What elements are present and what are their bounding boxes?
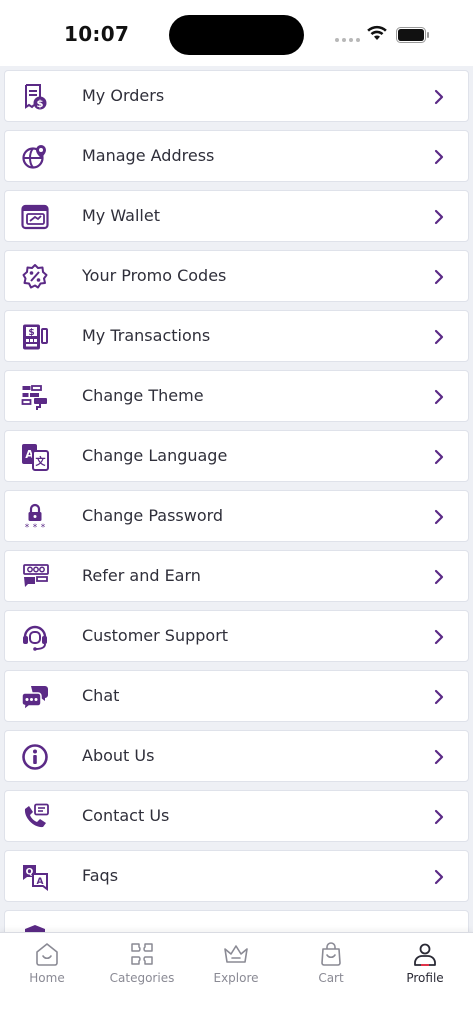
menu-item-label: Change Password xyxy=(82,506,224,525)
bottom-navigation: Home Categories Explore Cart Profile xyxy=(0,932,473,994)
crown-icon xyxy=(224,945,248,963)
menu-item-chat[interactable]: Chat xyxy=(4,670,469,722)
menu-item-faqs[interactable]: Q A Faqs xyxy=(4,850,469,902)
menu-item-label: Change Language xyxy=(82,446,228,465)
menu-item-my-transactions[interactable]: $ My Transactions xyxy=(4,310,469,362)
menu-item-change-language[interactable]: A 文 Change Language xyxy=(4,430,469,482)
transactions-icon: $ xyxy=(21,323,49,351)
menu-item-label: My Transactions xyxy=(82,326,211,345)
menu-item-partial[interactable] xyxy=(4,910,469,932)
info-icon xyxy=(21,743,49,771)
categories-icon xyxy=(131,943,153,965)
chevron-right-icon xyxy=(434,449,444,465)
shield-icon xyxy=(21,923,49,932)
menu-item-change-theme[interactable]: Change Theme xyxy=(4,370,469,422)
nav-home[interactable]: Home xyxy=(0,933,94,995)
status-bar: 10:07 xyxy=(0,0,473,66)
menu-item-label: Change Theme xyxy=(82,386,204,405)
refer-megaphone-icon xyxy=(21,563,49,591)
svg-text:*: * xyxy=(33,523,38,531)
chevron-right-icon xyxy=(434,329,444,345)
profile-icon xyxy=(414,943,436,966)
dynamic-island xyxy=(169,15,304,55)
menu-item-label: Customer Support xyxy=(82,626,229,645)
nav-label: Explore xyxy=(213,971,259,985)
menu-item-manage-address[interactable]: Manage Address xyxy=(4,130,469,182)
menu-item-change-password[interactable]: * * * Change Password xyxy=(4,490,469,542)
receipt-dollar-icon: $ xyxy=(21,83,49,111)
chevron-right-icon xyxy=(434,209,444,225)
cellular-signal-icon xyxy=(335,38,360,42)
nav-label: Cart xyxy=(318,971,344,985)
menu-item-label: Manage Address xyxy=(82,146,215,165)
status-time: 10:07 xyxy=(64,22,130,46)
chat-bubbles-icon xyxy=(21,683,49,711)
svg-text:*: * xyxy=(25,523,30,531)
nav-label: Categories xyxy=(109,971,175,985)
chevron-right-icon xyxy=(434,149,444,165)
globe-pin-icon xyxy=(21,143,49,171)
svg-text:A: A xyxy=(37,877,44,887)
chevron-right-icon xyxy=(434,749,444,765)
wallet-icon xyxy=(21,203,49,231)
headset-icon xyxy=(21,623,49,651)
menu-item-label: Chat xyxy=(82,686,120,705)
nav-profile[interactable]: Profile xyxy=(378,933,472,995)
nav-explore[interactable]: Explore xyxy=(189,933,283,995)
wifi-icon xyxy=(367,25,387,40)
menu-item-contact-us[interactable]: Contact Us xyxy=(4,790,469,842)
chevron-right-icon xyxy=(434,269,444,285)
nav-cart[interactable]: Cart xyxy=(284,933,378,995)
lock-password-icon: * * * xyxy=(21,503,49,531)
chevron-right-icon xyxy=(434,569,444,585)
battery-icon xyxy=(396,27,429,43)
chevron-right-icon xyxy=(434,629,444,645)
menu-item-label: Your Promo Codes xyxy=(82,266,227,285)
nav-label: Profile xyxy=(406,971,444,985)
menu-item-label: My Wallet xyxy=(82,206,160,225)
menu-item-label: My Orders xyxy=(82,86,165,105)
chevron-right-icon xyxy=(434,89,444,105)
svg-text:$: $ xyxy=(28,328,34,338)
menu-item-about-us[interactable]: About Us xyxy=(4,730,469,782)
svg-text:文: 文 xyxy=(36,455,47,468)
promo-badge-icon xyxy=(21,263,49,291)
bag-icon xyxy=(321,942,341,966)
profile-menu-list[interactable]: $ My Orders Manage Address My Wallet You… xyxy=(0,66,473,932)
menu-item-customer-support[interactable]: Customer Support xyxy=(4,610,469,662)
menu-item-refer-and-earn[interactable]: Refer and Earn xyxy=(4,550,469,602)
chevron-right-icon xyxy=(434,389,444,405)
phone-message-icon xyxy=(21,803,49,831)
menu-item-my-orders[interactable]: $ My Orders xyxy=(4,70,469,122)
menu-item-label: About Us xyxy=(82,746,155,765)
chevron-right-icon xyxy=(434,509,444,525)
paint-roller-icon xyxy=(21,383,49,411)
chevron-right-icon xyxy=(434,689,444,705)
menu-item-label: Contact Us xyxy=(82,806,170,825)
menu-item-label: Refer and Earn xyxy=(82,566,201,585)
nav-categories[interactable]: Categories xyxy=(95,933,189,995)
chevron-right-icon xyxy=(434,869,444,885)
menu-item-my-wallet[interactable]: My Wallet xyxy=(4,190,469,242)
translate-icon: A 文 xyxy=(21,443,49,471)
menu-item-label: Faqs xyxy=(82,866,119,885)
chevron-right-icon xyxy=(434,809,444,825)
svg-text:*: * xyxy=(41,523,46,531)
svg-text:$: $ xyxy=(37,99,44,110)
home-indicator-area xyxy=(0,994,473,1024)
menu-item-promo-codes[interactable]: Your Promo Codes xyxy=(4,250,469,302)
qa-icon: Q A xyxy=(21,863,49,891)
home-icon xyxy=(36,943,58,966)
nav-label: Home xyxy=(29,971,65,985)
